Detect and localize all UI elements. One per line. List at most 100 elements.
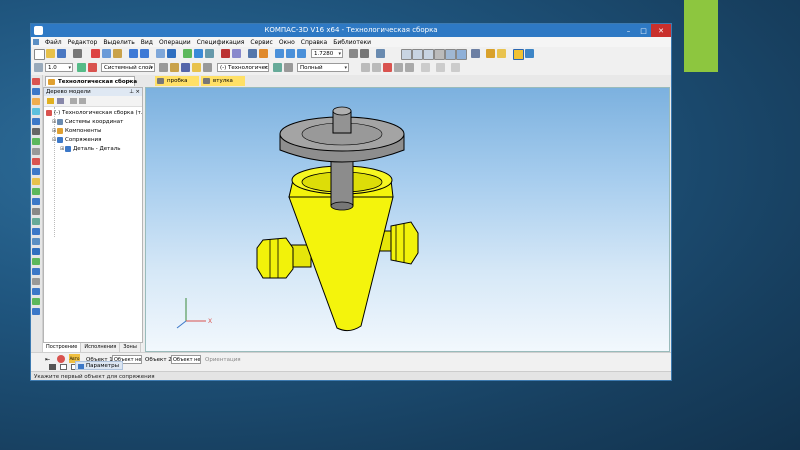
tool-collision-icon[interactable]	[32, 248, 40, 255]
undo-icon[interactable]	[129, 49, 138, 58]
tree-view-icon[interactable]	[79, 98, 86, 104]
pin-icon[interactable]: ⊥	[129, 88, 134, 96]
tab-zones[interactable]: Зоны	[120, 343, 141, 352]
halftone-icon[interactable]	[445, 49, 456, 60]
close-tab-icon[interactable]: ×	[127, 77, 132, 87]
tree-item-mate-detail[interactable]: ⊞ Деталь - Деталь	[60, 145, 121, 153]
print-icon[interactable]	[73, 49, 82, 58]
tool-pipe-icon[interactable]	[32, 278, 40, 285]
tool-elements-icon[interactable]	[32, 198, 40, 205]
state-icon[interactable]	[170, 63, 179, 72]
tool-array-icon[interactable]	[32, 118, 40, 125]
tree-order-icon[interactable]	[57, 98, 64, 104]
tab-assembly[interactable]: Технологическая сборка ×	[45, 76, 137, 87]
section-icon[interactable]	[486, 49, 495, 58]
copy-props-icon[interactable]	[60, 364, 67, 370]
zoom-in-icon[interactable]	[286, 49, 295, 58]
plane-icon[interactable]	[192, 63, 201, 72]
tree-filter-icon[interactable]	[70, 98, 77, 104]
state-field[interactable]: (-) Технологическая	[217, 63, 269, 72]
tool-filter-icon[interactable]	[32, 168, 40, 175]
wireframe-icon[interactable]	[401, 49, 412, 60]
orientation-label[interactable]: Ориентация	[205, 357, 241, 363]
zoom-out-icon[interactable]	[297, 49, 306, 58]
param-mode-icon[interactable]	[421, 63, 430, 72]
tool-curve-icon[interactable]	[32, 98, 40, 105]
rotate-icon[interactable]	[360, 49, 369, 58]
menu-libraries[interactable]: Библиотеки	[330, 39, 374, 46]
help-icon[interactable]	[259, 49, 268, 58]
menu-editor[interactable]: Редактор	[65, 39, 101, 46]
tool-mate-icon[interactable]	[32, 218, 40, 225]
tab-build[interactable]: Построение	[43, 343, 82, 352]
tool-surface-icon[interactable]	[32, 108, 40, 115]
rebuild-icon[interactable]	[248, 49, 257, 58]
tree-item-components[interactable]: ⊞ Компоненты	[52, 127, 102, 135]
tool-annot-icon[interactable]	[32, 148, 40, 155]
local-cs-icon[interactable]	[203, 63, 212, 72]
filter-icon[interactable]	[513, 49, 524, 60]
variables-icon[interactable]	[205, 49, 214, 58]
menu-help[interactable]: Справка	[298, 39, 330, 46]
round-icon[interactable]	[394, 63, 403, 72]
lock-icon[interactable]	[284, 63, 293, 72]
tree-item-coord[interactable]: ⊞ Системы координат	[52, 118, 123, 126]
tree-item-root[interactable]: (-) Технологическая сборка (т.	[46, 109, 143, 117]
camera-icon[interactable]	[49, 364, 56, 370]
execution-icon[interactable]	[273, 63, 282, 72]
menu-operations[interactable]: Операции	[156, 39, 194, 46]
measure-icon[interactable]	[221, 49, 230, 58]
layer-state-icon[interactable]	[88, 63, 97, 72]
perspective-icon[interactable]	[471, 49, 480, 58]
display-field[interactable]: Полный	[297, 63, 349, 72]
close-button[interactable]: ✕	[651, 24, 671, 37]
layer-field[interactable]: Системный слой (0)	[101, 63, 155, 72]
open-folder-icon[interactable]	[46, 49, 55, 58]
tool-dims-icon[interactable]	[32, 138, 40, 145]
paste-icon[interactable]	[113, 49, 122, 58]
tab-executions[interactable]: Исполнения	[81, 343, 121, 352]
tool-lib-icon[interactable]	[32, 298, 40, 305]
minimize-button[interactable]: –	[621, 24, 636, 37]
pan-icon[interactable]	[349, 49, 358, 58]
tool-reports-icon[interactable]	[32, 188, 40, 195]
menu-specification[interactable]: Спецификация	[194, 39, 248, 46]
copy-icon[interactable]	[102, 49, 111, 58]
styles-icon[interactable]	[497, 49, 506, 58]
tool-measure-icon[interactable]	[32, 158, 40, 165]
thin-lines-icon[interactable]	[423, 49, 434, 60]
ortho-icon[interactable]	[372, 63, 381, 72]
redo-icon[interactable]	[140, 49, 149, 58]
params-tab[interactable]: Параметры	[75, 361, 123, 370]
layer-props-icon[interactable]	[159, 63, 168, 72]
catalog-icon[interactable]	[194, 49, 203, 58]
tab-vtulka[interactable]: втулка	[201, 76, 245, 86]
hidden-lines-icon[interactable]	[412, 49, 423, 60]
save-icon[interactable]	[57, 49, 66, 58]
close-panel-icon[interactable]: ×	[135, 88, 140, 96]
scale-field[interactable]: 1.0	[45, 63, 73, 72]
tool-assembly-icon[interactable]	[32, 208, 40, 215]
no-hidden-lines-icon[interactable]	[434, 49, 445, 60]
tool-spec-icon[interactable]	[32, 178, 40, 185]
menu-file[interactable]: Файл	[42, 39, 65, 46]
tool-aux-icon[interactable]	[32, 128, 40, 135]
tab-probka[interactable]: пробка	[155, 76, 199, 86]
menu-select[interactable]: Выделить	[100, 39, 137, 46]
halftone-edges-icon[interactable]	[456, 49, 467, 60]
snap-grid-icon[interactable]	[361, 63, 370, 72]
view-icon[interactable]	[436, 63, 445, 72]
object2-field[interactable]: Объект не в	[171, 355, 201, 364]
manager-icon[interactable]	[183, 49, 192, 58]
menu-window[interactable]: Окно	[276, 39, 298, 46]
tool-extra-icon[interactable]	[32, 308, 40, 315]
snap-icon[interactable]	[525, 49, 534, 58]
tree-structure-icon[interactable]	[47, 98, 54, 104]
pin-panel-icon[interactable]: ⇤	[45, 356, 50, 363]
orientation-icon[interactable]	[376, 49, 385, 58]
tool-sheet-icon[interactable]	[32, 268, 40, 275]
snaps-icon[interactable]	[383, 63, 392, 72]
marker-icon[interactable]	[451, 63, 460, 72]
tool-sketch-icon[interactable]	[32, 88, 40, 95]
layer-icon[interactable]	[77, 63, 86, 72]
